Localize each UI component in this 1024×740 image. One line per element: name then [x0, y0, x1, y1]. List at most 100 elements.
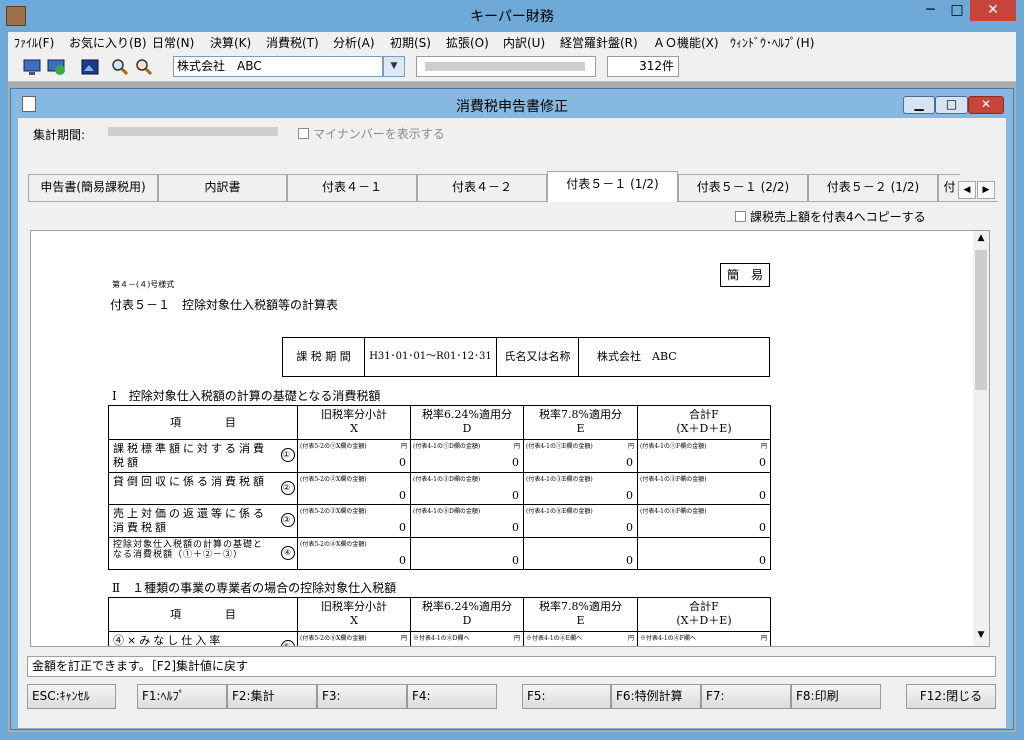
cell-5-e[interactable]: ※付表4-1の④E欄へ円	[523, 631, 638, 646]
close-button[interactable]: ✕	[970, 0, 1016, 21]
cell-1-e[interactable]: (付表4-1の①E欄の金額) 円 0	[523, 439, 638, 473]
form-number: 第４－(４)号様式	[112, 280, 175, 289]
scroll-down-icon[interactable]: ▼	[973, 630, 989, 640]
menu-daily[interactable]: 日常(N)	[152, 34, 194, 51]
mynumber-checkbox[interactable]: マイナンバーを表示する	[298, 125, 445, 142]
menu-analysis[interactable]: 分析(A)	[333, 34, 375, 51]
period-label-cell: 課 税 期 間	[283, 338, 365, 376]
period-table: 課 税 期 間 H31･01･01～R01･12･31 氏名又は名称 株式会社 …	[282, 337, 770, 377]
cell-2-x[interactable]: (付表5-2の②X欄の金額) 0	[297, 472, 411, 505]
section-1-heading: Ⅰ 控除対象仕入税額の計算の基礎となる消費税額	[112, 389, 381, 403]
menu-settlement[interactable]: 決算(K)	[210, 34, 251, 51]
document-title: 付表５－１ 控除対象仕入税額等の計算表	[110, 298, 339, 312]
header-d: 税率6.24%適用分 D	[410, 405, 524, 440]
cell-1-x[interactable]: (付表5-2の①X欄の金額) 円 0	[297, 439, 411, 473]
cell-2-f[interactable]: (付表4-1の③F欄の金額) 0	[637, 472, 771, 505]
tab-fuhyo5-2-1[interactable]: 付表５－２ (1/2)	[808, 174, 938, 201]
child-minimize-button[interactable]: ▁	[903, 96, 935, 114]
header-e: 税率7.8%適用分 E	[523, 405, 638, 440]
header-f: 合計F (X＋D＋E)	[637, 405, 771, 440]
cell-1-f[interactable]: (付表4-1の①F欄の金額) 円 0	[637, 439, 771, 473]
child-window-title: 消費税申告書修正	[456, 99, 568, 115]
row-label: ④×みなし仕入率⑤	[108, 631, 298, 646]
tab-shinkokusho[interactable]: 申告書(簡易課税用)	[28, 174, 158, 201]
tab-uchiwake[interactable]: 内訳書	[158, 174, 287, 201]
cell-3-d[interactable]: (付表4-1の⑤D欄の金額) 0	[410, 504, 524, 538]
zoom-out-icon[interactable]	[134, 57, 154, 77]
tab-fuhyo5-1-2[interactable]: 付表５－１ (2/2)	[678, 174, 808, 201]
scroll-up-icon[interactable]: ▲	[973, 233, 989, 243]
company-select[interactable]: 株式会社 ABC	[173, 56, 383, 77]
cell-5-d[interactable]: ※付表4-1の④D欄へ円	[410, 631, 524, 646]
scrollbar-thumb[interactable]	[975, 250, 987, 390]
child-close-button[interactable]: ✕	[968, 96, 1004, 114]
row-label: 売上対価の返還等に係る消費税額 ③	[108, 504, 298, 538]
cell-3-x[interactable]: (付表5-2の③X欄の金額) 0	[297, 504, 411, 538]
name-value-cell: 株式会社 ABC	[597, 350, 677, 363]
f4-button[interactable]: F4:	[407, 684, 497, 709]
image-icon[interactable]	[80, 57, 100, 77]
cell-4-d[interactable]: 0	[410, 537, 524, 570]
cell-2-e[interactable]: (付表4-1の③E欄の金額) 0	[523, 472, 638, 505]
f1-help-button[interactable]: F1:ﾍﾙﾌﾟ	[137, 684, 227, 709]
section-2-heading: Ⅱ １種類の事業の専業者の場合の控除対象仕入税額	[112, 581, 397, 595]
maximize-button[interactable]: □	[944, 0, 970, 21]
kani-badge: 簡 易	[720, 263, 770, 287]
cell-4-f[interactable]: 0	[637, 537, 771, 570]
tab-fuhyo5-1-1[interactable]: 付表５－１ (1/2)	[547, 171, 678, 202]
chevron-down-icon[interactable]: ▼	[383, 56, 405, 77]
cell-3-e[interactable]: (付表4-1の⑤E欄の金額) 0	[523, 504, 638, 538]
row-label: 課税標準額に対する消費税額 ①	[108, 439, 298, 473]
menu-consumption-tax[interactable]: 消費税(T)	[266, 34, 319, 51]
menu-favorites[interactable]: お気に入り(B)	[69, 34, 147, 51]
menu-compass[interactable]: 経営羅針盤(R)	[560, 34, 638, 51]
cell-3-f[interactable]: (付表4-1の⑤F欄の金額) 0	[637, 504, 771, 538]
cell-5-x[interactable]: (付表5-2の⑤X欄の金額) 円	[297, 631, 411, 646]
tab-divider	[28, 201, 998, 202]
tab-bar: 申告書(簡易課税用) 内訳書 付表４－１ 付表４－２ 付表５－１ (1/2) 付…	[28, 171, 998, 202]
cell-2-d[interactable]: (付表4-1の③D欄の金額) 0	[410, 472, 524, 505]
f8-print-button[interactable]: F8:印刷	[791, 684, 881, 709]
f3-button[interactable]: F3:	[317, 684, 407, 709]
cell-4-x[interactable]: (付表5-2の④X欄の金額) 0	[297, 537, 411, 570]
cell-5-f[interactable]: ※付表4-1の④F欄へ円	[637, 631, 771, 646]
tab-fuhyo4-1[interactable]: 付表４－１	[287, 174, 417, 201]
tab-fuhyo4-2[interactable]: 付表４－２	[417, 174, 547, 201]
f6-special-calc-button[interactable]: F6:特例計算	[611, 684, 701, 709]
minimize-button[interactable]: ─	[917, 0, 944, 21]
row-label: 貸倒回収に係る消費税額 ②	[108, 472, 298, 505]
period-value-redacted	[108, 124, 278, 140]
refresh-icon[interactable]	[46, 57, 66, 77]
period-label: 集計期間:	[33, 128, 86, 142]
window-title: キーパー財務	[470, 9, 554, 25]
child-maximize-button[interactable]: □	[935, 96, 968, 114]
f7-button[interactable]: F7:	[701, 684, 791, 709]
cell-1-d[interactable]: (付表4-1の①D欄の金額) 円 0	[410, 439, 524, 473]
header-x: 旧税率分小計 X	[297, 597, 411, 632]
monitor-icon[interactable]	[22, 57, 42, 77]
menu-file[interactable]: ﾌｧｲﾙ(F)	[14, 34, 54, 51]
f5-button[interactable]: F5:	[522, 684, 611, 709]
copy-to-fuhyo4-checkbox[interactable]: 課税売上額を付表4へコピーする	[735, 208, 926, 225]
f2-total-button[interactable]: F2:集計	[227, 684, 317, 709]
tab-overflow[interactable]: 付	[938, 174, 960, 201]
header-d: 税率6.24%適用分 D	[410, 597, 524, 632]
zoom-in-icon[interactable]	[110, 57, 130, 77]
tab-scroll-right-icon[interactable]: ▶	[977, 181, 995, 199]
tab-scroll-left-icon[interactable]: ◀	[958, 181, 976, 199]
menu-initial[interactable]: 初期(S)	[390, 34, 431, 51]
f12-close-button[interactable]: F12:閉じる	[906, 684, 996, 709]
header-item: 項 目	[108, 405, 298, 440]
section-2-table: 項 目 旧税率分小計 X 税率6.24%適用分 D 税率7.8%適用分 E 合計F (X…	[108, 597, 771, 646]
esc-cancel-button[interactable]: ESC:ｷｬﾝｾﾙ	[27, 684, 116, 709]
menu-window-help[interactable]: ｳｨﾝﾄﾞｳ･ﾍﾙﾌﾟ(H)	[730, 34, 814, 51]
menu-breakdown[interactable]: 内訳(U)	[503, 34, 545, 51]
name-label-cell: 氏名又は名称	[497, 338, 579, 376]
period-value-cell: H31･01･01～R01･12･31	[365, 338, 497, 376]
record-count: 312件	[607, 56, 679, 77]
menu-extend[interactable]: 拡張(O)	[446, 34, 489, 51]
header-x: 旧税率分小計 X	[297, 405, 411, 440]
status-message: 金額を訂正できます。［F2]集計値に戻す	[27, 656, 996, 677]
menu-ao[interactable]: ＡＯ機能(X)	[653, 34, 719, 51]
cell-4-e[interactable]: 0	[523, 537, 638, 570]
